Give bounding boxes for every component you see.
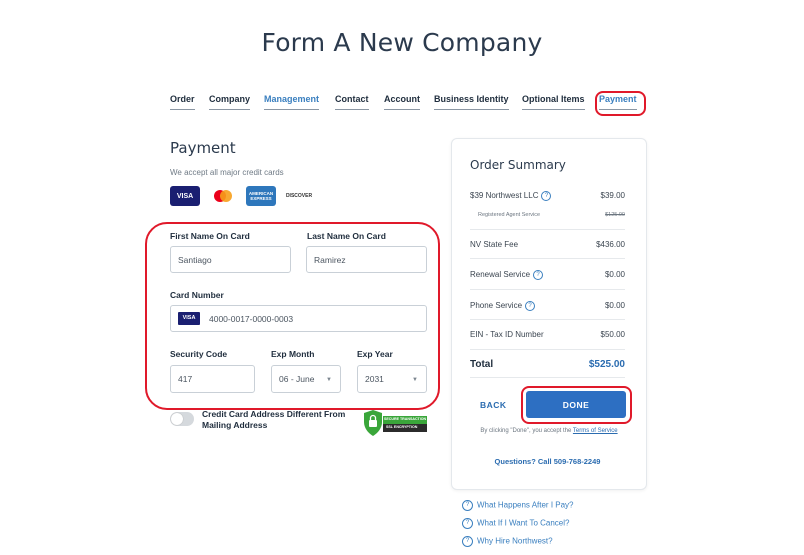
- exp-year-label: Exp Year: [357, 349, 393, 359]
- page-title: Form A New Company: [261, 28, 543, 57]
- mastercard-logo-icon: [208, 186, 238, 206]
- divider: [470, 319, 625, 320]
- highlight-payment-tab: [595, 91, 646, 116]
- help-icon[interactable]: ?: [525, 301, 536, 311]
- tab-contact[interactable]: Contact: [335, 94, 369, 110]
- faq-link-why-hire[interactable]: ? Why Hire Northwest?: [462, 536, 553, 547]
- summary-subrow: Registered Agent Service $125.00: [478, 212, 625, 218]
- address-different-toggle[interactable]: [170, 412, 194, 426]
- summary-row: Renewal Service? $0.00: [470, 270, 625, 280]
- security-code-value: 417: [178, 374, 193, 384]
- chevron-down-icon: ▼: [412, 377, 418, 383]
- tab-account[interactable]: Account: [384, 94, 420, 110]
- first-name-field[interactable]: Santiago: [170, 246, 291, 273]
- summary-row: $39 Northwest LLC? $39.00: [470, 191, 625, 201]
- question-icon: ?: [462, 518, 473, 529]
- address-different-label: Credit Card Address Different From Maili…: [202, 409, 346, 430]
- divider: [470, 229, 625, 230]
- discover-logo-icon: DISCOVER: [284, 186, 314, 206]
- card-number-field[interactable]: VISA 4000-0017-0000-0003: [170, 305, 427, 332]
- highlight-done-button: [521, 386, 632, 424]
- divider: [470, 349, 625, 350]
- tab-optional-items[interactable]: Optional Items: [522, 94, 585, 110]
- faq-link-cancel[interactable]: ? What If I Want To Cancel?: [462, 518, 569, 529]
- visa-badge-icon: VISA: [178, 312, 200, 325]
- ssl-badge-text: SECURE TRANSACTION: [384, 417, 427, 421]
- chevron-down-icon: ▼: [326, 377, 332, 383]
- question-icon: ?: [462, 500, 473, 511]
- security-code-label: Security Code: [170, 349, 228, 359]
- tab-order[interactable]: Order: [170, 94, 195, 110]
- exp-month-label: Exp Month: [271, 349, 315, 359]
- terms-link[interactable]: Terms of Service: [573, 428, 618, 434]
- ssl-secure-badge: SECURE TRANSACTION SSL ENCRYPTION: [363, 409, 427, 437]
- question-icon: ?: [462, 536, 473, 547]
- total-row: Total $525.00: [470, 359, 625, 370]
- summary-row: EIN - Tax ID Number $50.00: [470, 330, 625, 339]
- last-name-value: Ramirez: [314, 254, 346, 265]
- tab-company[interactable]: Company: [209, 94, 251, 110]
- exp-month-value: 06 - June: [279, 374, 315, 384]
- questions-phone[interactable]: Questions? Call 509-768-2249: [470, 457, 625, 466]
- exp-year-value: 2031: [365, 374, 384, 384]
- summary-row: Phone Service? $0.00: [470, 301, 625, 311]
- summary-row: NV State Fee $436.00: [470, 240, 625, 249]
- accept-text: We accept all major credit cards: [170, 168, 284, 177]
- card-number-value: 4000-0017-0000-0003: [209, 313, 294, 324]
- last-name-label: Last Name On Card: [307, 231, 386, 241]
- faq-link-after-pay[interactable]: ? What Happens After I Pay?: [462, 500, 574, 511]
- terms-text: By clicking "Done", you accept the Terms…: [480, 428, 618, 434]
- exp-month-select[interactable]: 06 - June ▼: [271, 365, 341, 393]
- divider: [470, 289, 625, 290]
- payment-heading: Payment: [170, 139, 236, 157]
- help-icon[interactable]: ?: [533, 270, 544, 280]
- security-code-field[interactable]: 417: [170, 365, 255, 393]
- help-icon[interactable]: ?: [541, 191, 552, 201]
- last-name-field[interactable]: Ramirez: [306, 246, 427, 273]
- tab-management[interactable]: Management: [264, 94, 320, 110]
- tab-business-identity[interactable]: Business Identity: [434, 94, 509, 110]
- back-button[interactable]: BACK: [480, 400, 507, 410]
- order-summary-title: Order Summary: [470, 158, 566, 172]
- divider: [470, 377, 625, 378]
- first-name-label: First Name On Card: [170, 231, 250, 241]
- exp-year-select[interactable]: 2031 ▼: [357, 365, 427, 393]
- first-name-value: Santiago: [178, 254, 212, 265]
- ssl-badge-text-2: SSL ENCRYPTION: [386, 425, 418, 429]
- divider: [470, 258, 625, 259]
- toggle-knob: [171, 413, 183, 425]
- visa-logo-icon: VISA: [170, 186, 200, 206]
- amex-logo-icon: AMERICAN EXPRESS: [246, 186, 276, 206]
- card-number-label: Card Number: [170, 290, 224, 300]
